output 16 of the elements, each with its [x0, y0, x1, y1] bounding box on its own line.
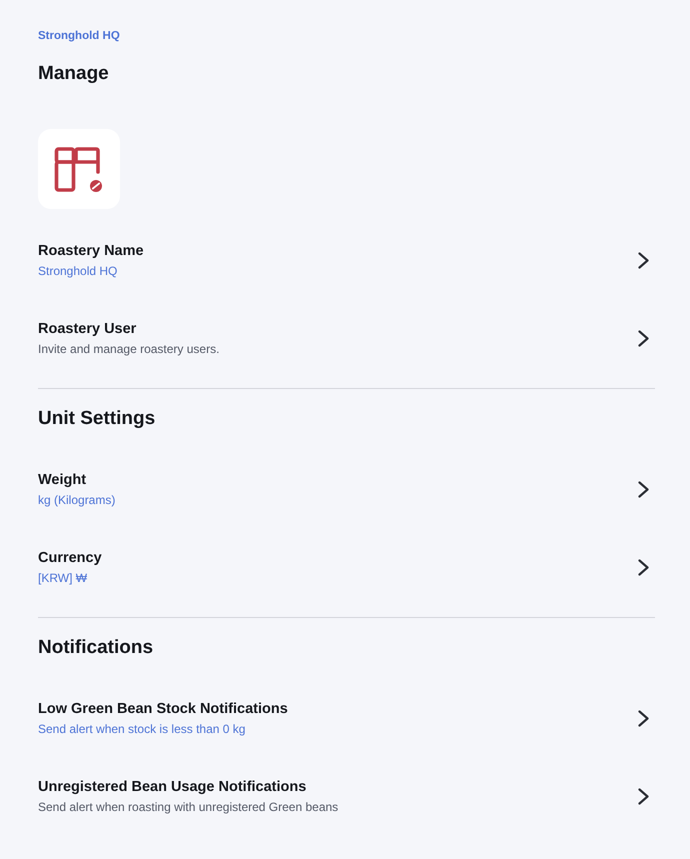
- settings-row[interactable]: Low Green Bean Stock Notifications Send alert when stock is less than 0 kg: [38, 679, 655, 757]
- settings-row[interactable]: Currency [KRW] ₩: [38, 528, 655, 606]
- section-heading: Notifications: [38, 636, 154, 660]
- chevron-right-icon: [638, 330, 649, 346]
- chevron-right-icon: [638, 710, 649, 726]
- chevron-right-icon: [638, 788, 649, 804]
- breadcrumb-text: Stronghold HQ: [38, 29, 120, 43]
- settings-row[interactable]: Weight kg (Kilograms): [38, 450, 655, 528]
- chevron-right-icon: [638, 480, 649, 498]
- section-heading: Unit Settings: [38, 407, 156, 431]
- settings-row[interactable]: Roastery Name Stronghold HQ: [38, 221, 655, 299]
- chevron-right-icon: [638, 252, 649, 268]
- section-heading: Manage: [38, 62, 109, 86]
- chevron-right-icon: [638, 558, 649, 576]
- settings-row[interactable]: Roastery User Invite and manage roastery users.: [38, 299, 655, 377]
- settings-row[interactable]: Unregistered Bean Usage Notifications Send alert when roasting with unregistered Green beans: [38, 757, 655, 835]
